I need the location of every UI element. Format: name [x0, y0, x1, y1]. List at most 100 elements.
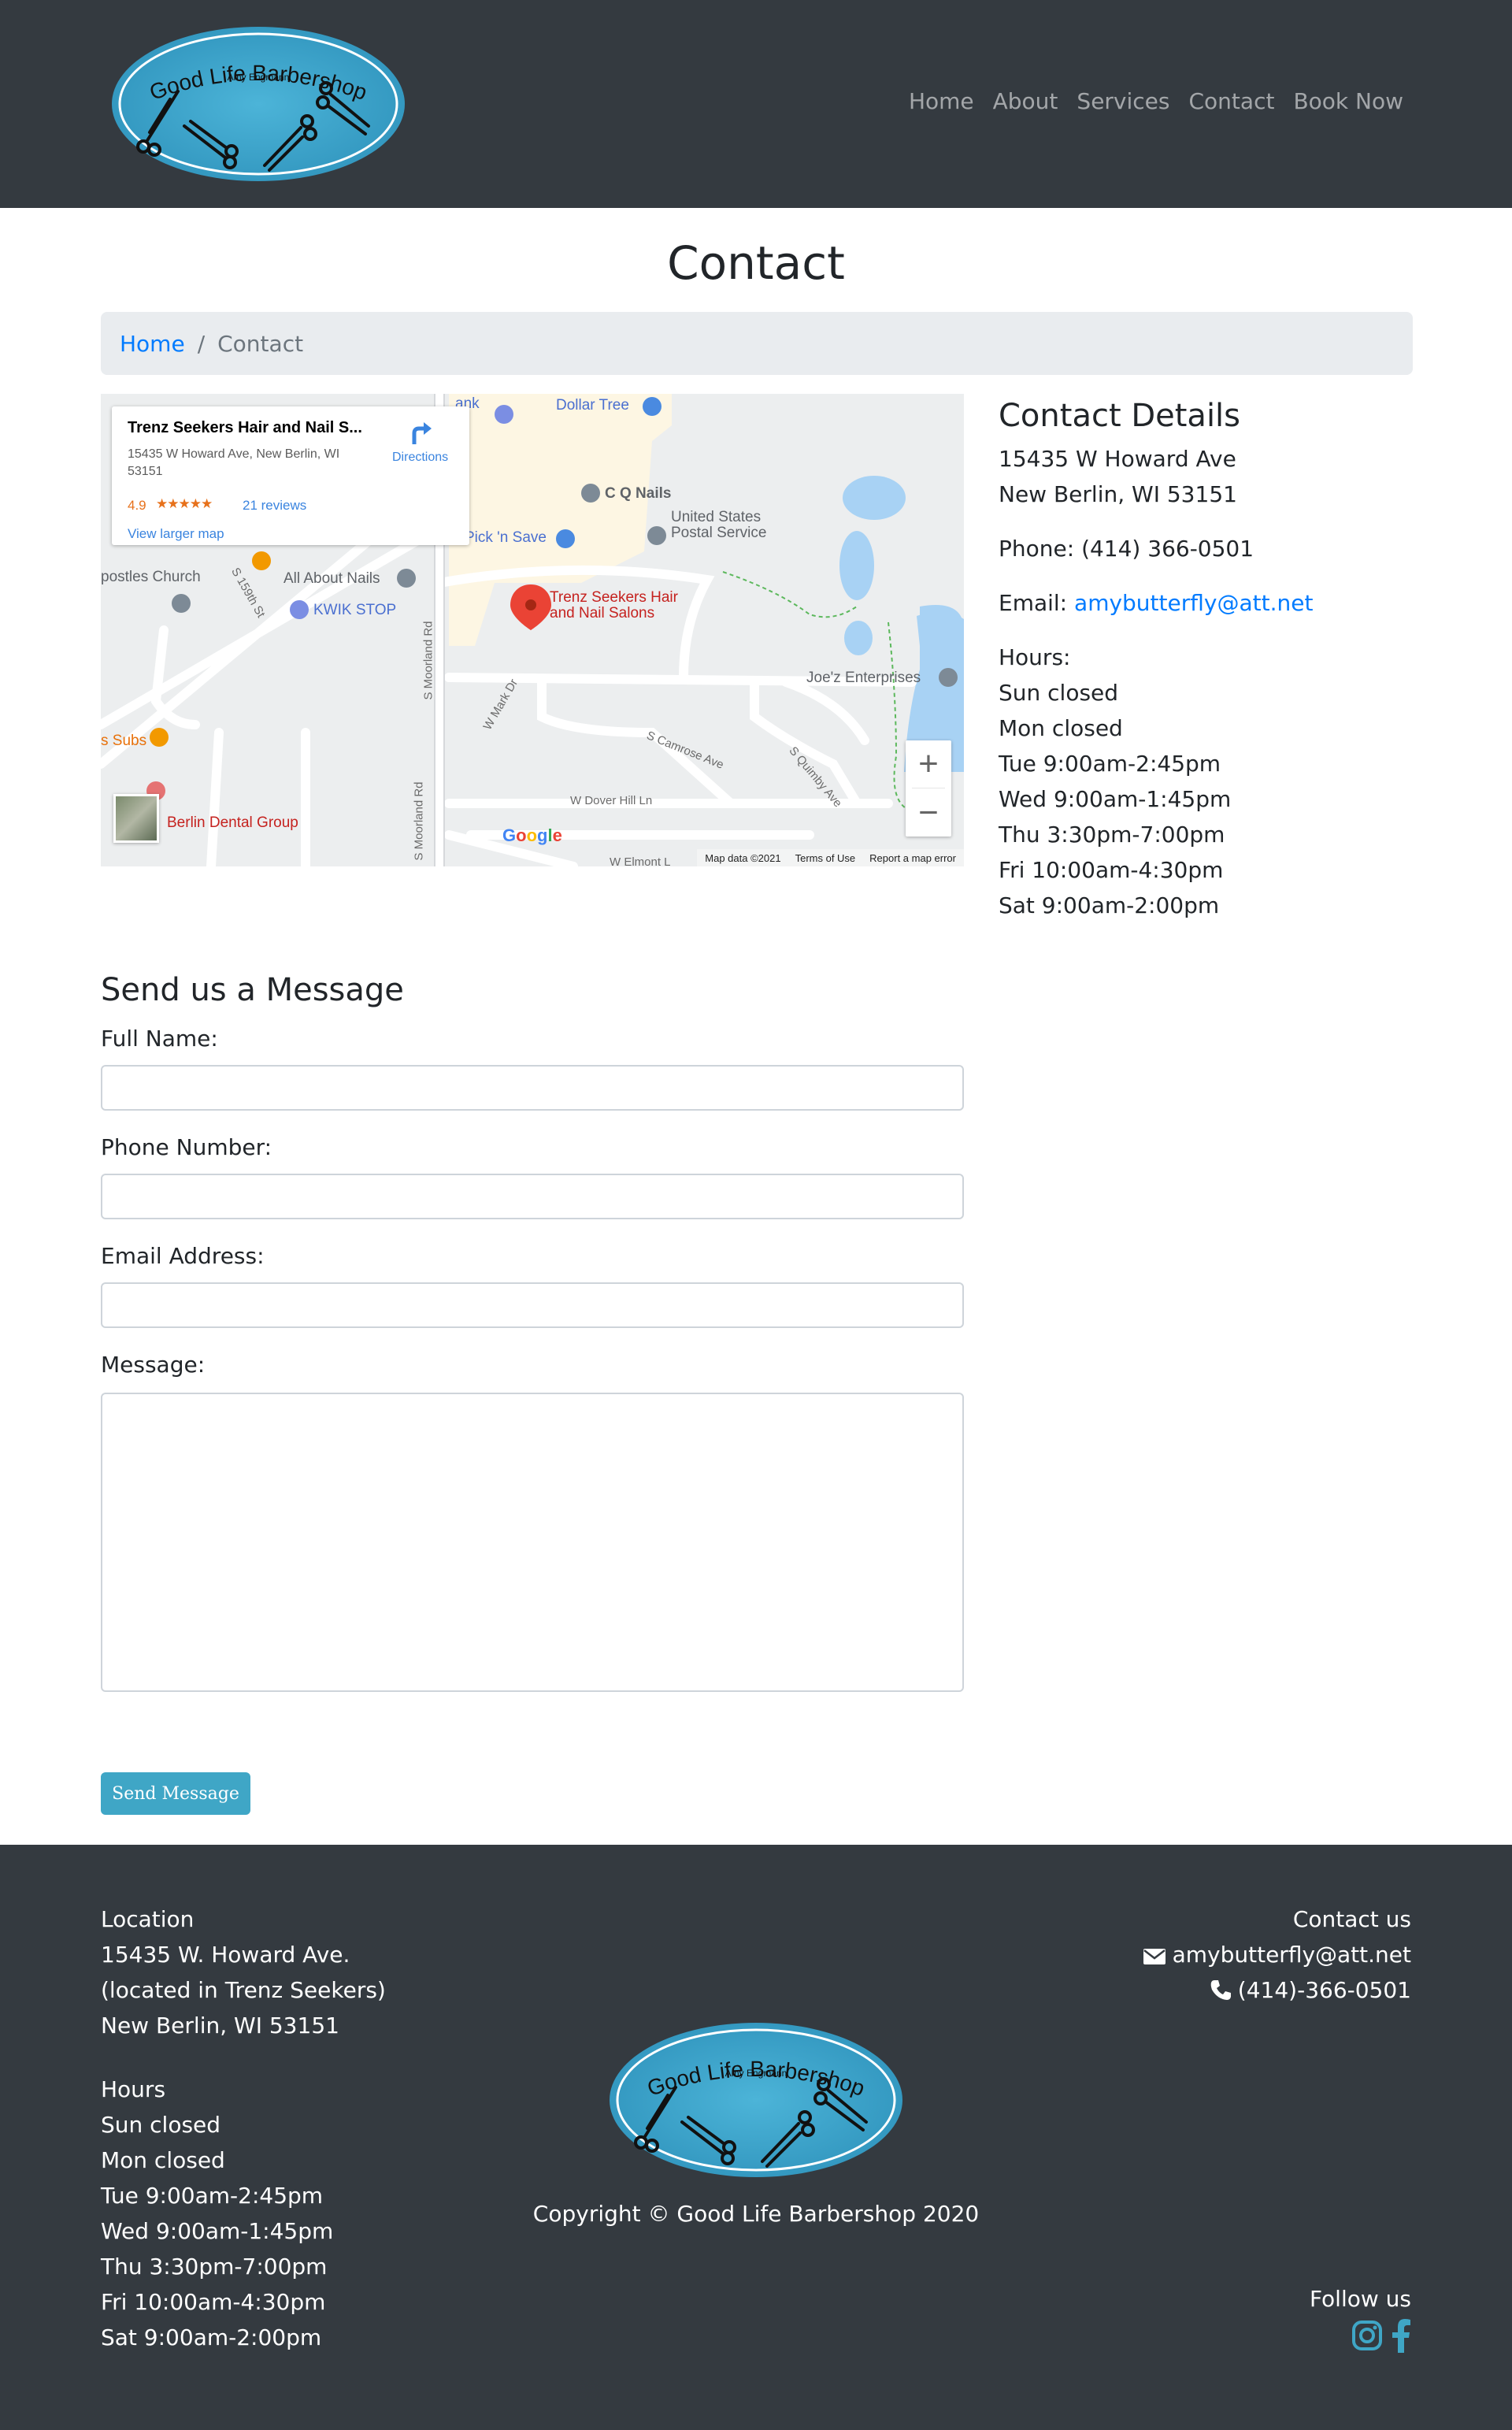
map-terms-link[interactable]: Terms of Use — [795, 852, 856, 864]
map-marker-label-2: and Nail Salons — [550, 605, 655, 621]
footer-hours-row: Mon closed — [101, 2147, 225, 2173]
embedded-map[interactable]: ank Dollar Tree C Q Nails United States … — [101, 394, 964, 866]
map-road-label: W Dover Hill Ln — [570, 794, 653, 807]
map-pin-icon[interactable] — [172, 594, 191, 613]
instagram-link[interactable] — [1351, 2320, 1383, 2361]
footer-location-line: (located in Trenz Seekers) — [101, 1977, 386, 2003]
email-address-field[interactable] — [101, 1282, 964, 1328]
message-label: Message: — [101, 1352, 206, 1378]
map-label-subs: s Subs — [101, 733, 147, 749]
nav-link-contact[interactable]: Contact — [1189, 88, 1275, 114]
footer-hours-row: Thu 3:30pm-7:00pm — [101, 2254, 328, 2280]
footer-hours-row: Sun closed — [101, 2112, 221, 2138]
envelope-icon — [1143, 1949, 1166, 1964]
contact-details: Contact Details 15435 W Howard Ave New B… — [999, 394, 1416, 923]
footer-location-line: New Berlin, WI 53151 — [101, 2013, 339, 2039]
map-label-cq-nails: C Q Nails — [605, 485, 672, 502]
place-reviews-link[interactable]: 21 reviews — [243, 498, 306, 514]
footer-social: Follow us — [1310, 2281, 1411, 2363]
map-pin-icon[interactable] — [581, 484, 600, 503]
hours-label: Hours: — [999, 644, 1071, 670]
directions-icon[interactable] — [406, 419, 435, 447]
instagram-icon — [1352, 2321, 1382, 2350]
hours-row: Sat 9:00am-2:00pm — [999, 892, 1220, 918]
full-name-label: Full Name: — [101, 1026, 218, 1052]
full-name-field[interactable] — [101, 1065, 964, 1111]
contact-details-heading: Contact Details — [999, 398, 1241, 434]
contact-address-line1: 15435 W Howard Ave — [999, 446, 1236, 472]
phone-number-label: Phone Number: — [101, 1134, 272, 1160]
page-title: Contact — [667, 236, 845, 290]
street-view-thumbnail[interactable] — [113, 794, 159, 843]
nav-link-about[interactable]: About — [993, 88, 1058, 114]
footer-email-row[interactable]: amybutterfly@att.net — [1143, 1937, 1411, 1972]
main-nav: Home About Services Contact Book Now — [909, 88, 1403, 114]
hours-row: Wed 9:00am-1:45pm — [999, 786, 1232, 812]
map-pin-icon[interactable] — [150, 728, 169, 747]
hours-row: Mon closed — [999, 715, 1123, 741]
footer-location-line: 15435 W. Howard Ave. — [101, 1942, 350, 1968]
map-pin-icon[interactable] — [939, 668, 958, 687]
view-larger-map-link[interactable]: View larger map — [128, 526, 224, 542]
directions-link[interactable]: Directions — [392, 451, 448, 465]
map-pin-icon[interactable] — [643, 397, 662, 416]
footer-logo-subtitle: Amy Engmann — [725, 2068, 788, 2079]
map-road-label: S Moorland Rd — [421, 621, 435, 700]
brand-logo[interactable]: Good Life Barbershop Amy Engmann — [109, 24, 408, 184]
place-card: Trenz Seekers Hair and Nail S... 15435 W… — [112, 406, 469, 545]
footer-contact: Contact us amybutterfly@att.net (414)-36… — [1143, 1901, 1411, 2008]
footer-location-heading: Location — [101, 1906, 195, 1932]
map-report-error-link[interactable]: Report a map error — [869, 852, 956, 864]
map-pin-icon[interactable] — [290, 600, 309, 619]
breadcrumb-current: Contact — [217, 330, 304, 357]
map-label-pick-n-save: Pick 'n Save — [465, 529, 547, 546]
message-form-heading: Send us a Message — [101, 972, 404, 1008]
copyright-text: Copyright © Good Life Barbershop 2020 — [532, 2201, 980, 2227]
contact-email-link[interactable]: amybutterfly@att.net — [1074, 590, 1313, 616]
footer-phone[interactable]: (414)-366-0501 — [1238, 1977, 1411, 2003]
nav-link-book-now[interactable]: Book Now — [1293, 88, 1403, 114]
map-pin-icon[interactable] — [556, 529, 575, 548]
facebook-icon — [1392, 2319, 1410, 2353]
send-message-button[interactable]: Send Message — [101, 1772, 250, 1815]
map-pin-icon[interactable] — [252, 551, 271, 570]
map-label-usps-2: Postal Service — [671, 525, 767, 541]
contact-hours: Hours: Sun closed Mon closed Tue 9:00am-… — [999, 640, 1416, 923]
footer-phone-row[interactable]: (414)-366-0501 — [1143, 1972, 1411, 2008]
nav-link-services[interactable]: Services — [1077, 88, 1169, 114]
facebook-link[interactable] — [1391, 2318, 1411, 2363]
zoom-out-button[interactable]: − — [906, 789, 951, 837]
footer-contact-heading: Contact us — [1292, 1906, 1411, 1932]
message-field[interactable] — [101, 1393, 964, 1692]
footer-logo-graphic: Good Life Barbershop Amy Engmann — [610, 2023, 902, 2177]
footer-logo: Good Life Barbershop Amy Engmann — [606, 2020, 906, 2180]
email-address-label: Email Address: — [101, 1243, 265, 1269]
hours-row: Tue 9:00am-2:45pm — [999, 751, 1221, 777]
map-marker-label-1: Trenz Seekers Hair — [550, 589, 678, 606]
breadcrumb-separator: / — [197, 330, 206, 357]
google-logo[interactable]: Google — [502, 825, 562, 846]
map-label-joez: Joe'z Enterprises — [806, 670, 921, 686]
zoom-in-button[interactable]: + — [906, 740, 951, 788]
place-address-line2: 53151 — [128, 465, 163, 478]
map-label-church: postles Church — [101, 569, 201, 585]
place-rating: 4.9 — [128, 498, 146, 513]
nav-link-home[interactable]: Home — [909, 88, 974, 114]
map-attribution: Map data ©2021 Terms of Use Report a map… — [697, 849, 964, 866]
footer-hours-heading: Hours — [101, 2076, 166, 2102]
map-road-label: S Moorland Rd — [412, 781, 426, 861]
breadcrumb-home-link[interactable]: Home — [120, 331, 185, 357]
map-label-usps-1: United States — [671, 509, 762, 525]
map-data-credit: Map data ©2021 — [705, 851, 781, 864]
footer-email[interactable]: amybutterfly@att.net — [1173, 1942, 1411, 1968]
map-pin-icon[interactable] — [495, 405, 513, 424]
map-pin-icon[interactable] — [647, 526, 666, 545]
place-address: 15435 W Howard Ave, New Berlin, WI 53151 — [128, 446, 364, 480]
map-label-all-about-nails: All About Nails — [284, 570, 380, 587]
logo-subtitle: Amy Engmann — [228, 72, 290, 83]
hours-row: Thu 3:30pm-7:00pm — [999, 822, 1225, 848]
map-label-dollar-tree: Dollar Tree — [556, 397, 629, 414]
footer-location-hours: Location 15435 W. Howard Ave. (located i… — [101, 1901, 386, 2384]
map-pin-icon[interactable] — [397, 569, 416, 588]
phone-number-field[interactable] — [101, 1174, 964, 1219]
